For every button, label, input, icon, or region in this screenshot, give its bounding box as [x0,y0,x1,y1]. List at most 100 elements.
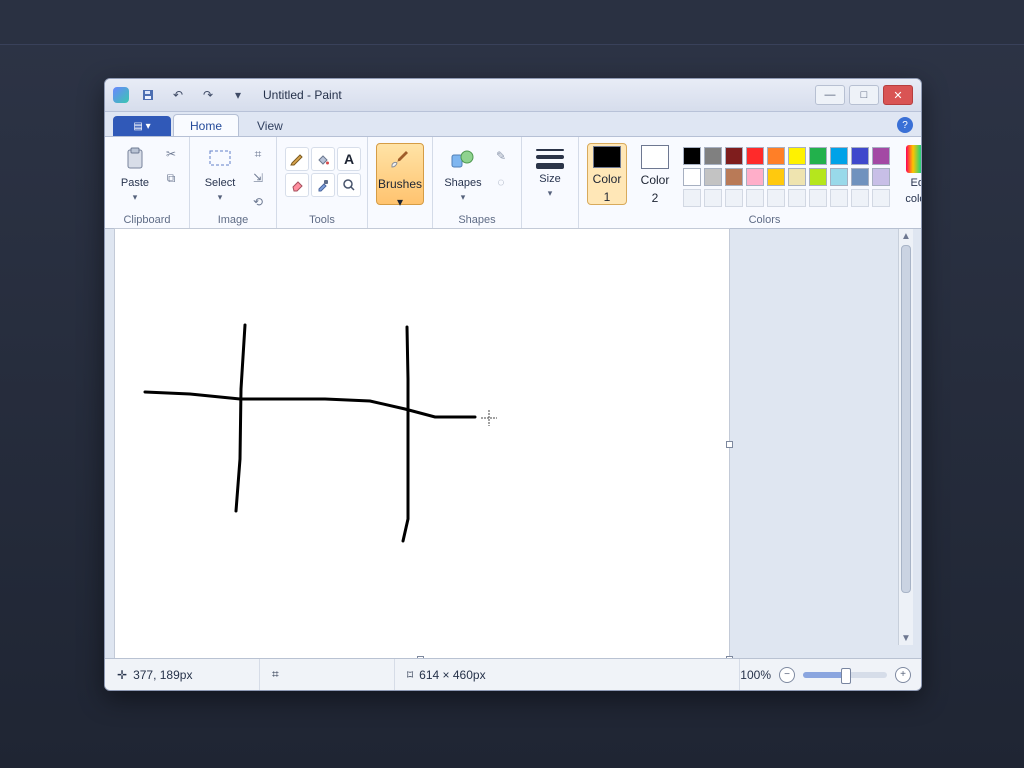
color-2-number: 2 [651,191,659,205]
vertical-scrollbar[interactable]: ▲ ▼ [898,229,913,645]
app-icon [113,87,129,103]
cut-icon[interactable]: ✂ [161,145,181,163]
shapes-label: Shapes [444,177,482,189]
help-icon[interactable]: ? [897,117,913,133]
canvas-size-cell: ⌑ 614 × 460px [395,659,741,690]
scroll-up-icon[interactable]: ▲ [899,229,913,243]
text-icon[interactable]: A [337,147,361,171]
palette-swatch-r3-c1[interactable] [683,189,701,207]
image-group: Select ▾ ⌗ ⇲ ⟲ Image [190,137,277,229]
palette-swatch-r1-c5[interactable] [767,147,785,165]
eraser-icon[interactable] [285,173,309,197]
size-label: Size [539,173,561,185]
redo-icon[interactable]: ↷ [197,85,219,105]
shapes-button[interactable]: Shapes ▾ [441,143,485,205]
scroll-down-icon[interactable]: ▼ [899,631,913,645]
palette-swatch-r1-c8[interactable] [830,147,848,165]
color-palette [683,143,890,207]
crop-icon[interactable]: ⌗ [248,145,268,163]
palette-swatch-r3-c2[interactable] [704,189,722,207]
tab-home[interactable]: Home [173,114,240,136]
palette-swatch-r1-c7[interactable] [809,147,827,165]
palette-swatch-r1-c2[interactable] [704,147,722,165]
undo-icon[interactable]: ↶ [167,85,189,105]
palette-swatch-r1-c6[interactable] [788,147,806,165]
clipboard-group-label: Clipboard [123,214,171,226]
zoom-in-button[interactable]: + [895,666,911,683]
vertical-scroll-thumb[interactable] [901,245,911,593]
brushes-button[interactable]: Brushes ▾ [376,143,424,209]
color-2-label: Color [640,173,670,187]
paste-button[interactable]: Paste ▾ [113,143,157,205]
palette-swatch-r3-c9[interactable] [851,189,869,207]
pencil-icon[interactable] [285,147,309,171]
palette-swatch-r3-c5[interactable] [767,189,785,207]
palette-swatch-r1-c4[interactable] [746,147,764,165]
palette-swatch-r1-c10[interactable] [872,147,890,165]
size-button[interactable]: Size ▾ [530,143,570,205]
shape-modifiers: ✎ ◌ [489,143,513,205]
color-2-swatch [641,145,669,169]
zoom-slider-thumb[interactable] [841,667,851,684]
palette-swatch-r2-c2[interactable] [704,168,722,186]
quick-access-menu-icon[interactable]: ▾ [227,85,249,105]
copy-icon[interactable]: ⧉ [161,169,181,187]
palette-swatch-r3-c3[interactable] [725,189,743,207]
paste-dropdown-icon: ▾ [132,192,138,202]
fill-mode-icon[interactable]: ◌ [489,173,513,191]
palette-swatch-r2-c3[interactable] [725,168,743,186]
color-2-selector[interactable]: Color 2 [635,143,675,205]
background-strip [0,0,1024,45]
zoom-controls: 100% − + [740,666,921,684]
zoom-slider[interactable] [803,667,887,684]
close-button[interactable]: ✕ [883,85,913,105]
status-bar: ✛ 377, 189px ⌗ ⌑ 614 × 460px 100% − + [105,658,921,690]
palette-swatch-r1-c9[interactable] [851,147,869,165]
fill-icon[interactable] [311,147,335,171]
workspace: ▲ ▼ [105,228,921,663]
tab-view[interactable]: View [241,115,299,136]
file-menu-button[interactable]: ▤ ▾ [113,116,171,136]
palette-swatch-r3-c7[interactable] [809,189,827,207]
maximize-button[interactable]: □ [849,85,879,105]
zoom-out-button[interactable]: − [779,666,795,683]
palette-swatch-r3-c10[interactable] [872,189,890,207]
palette-swatch-r2-c10[interactable] [872,168,890,186]
palette-swatch-r2-c5[interactable] [767,168,785,186]
select-button[interactable]: Select ▾ [198,143,242,205]
palette-swatch-r1-c3[interactable] [725,147,743,165]
minimize-button[interactable]: — [815,85,845,105]
palette-swatch-r2-c4[interactable] [746,168,764,186]
palette-swatch-r2-c1[interactable] [683,168,701,186]
cursor-position: 377, 189px [133,667,193,682]
ribbon: Paste ▾ ✂ ⧉ Clipboard Select ▾ ⌗ ⇲ ⟲ Ima… [105,137,921,230]
edit-colors-icon [906,145,921,173]
colors-group: Color 1 Color 2 Edit colors Colors [579,137,921,229]
size-group: Size ▾ [522,137,579,229]
edit-colors-button[interactable]: Edit colors [898,143,921,205]
palette-swatch-r1-c1[interactable] [683,147,701,165]
rotate-icon[interactable]: ⟲ [248,193,268,211]
palette-swatch-r2-c9[interactable] [851,168,869,186]
window-controls: — □ ✕ [815,85,913,105]
palette-swatch-r3-c4[interactable] [746,189,764,207]
magnifier-icon[interactable] [337,173,361,197]
color-picker-icon[interactable] [311,173,335,197]
color-1-selector[interactable]: Color 1 [587,143,627,205]
palette-swatch-r3-c6[interactable] [788,189,806,207]
palette-swatch-r2-c6[interactable] [788,168,806,186]
palette-swatch-r3-c8[interactable] [830,189,848,207]
resize-icon[interactable]: ⇲ [248,169,268,187]
canvas-resize-handle-right[interactable] [726,441,733,448]
select-icon [206,145,234,173]
shapes-icon [449,145,477,173]
palette-swatch-r2-c7[interactable] [809,168,827,186]
canvas[interactable] [115,229,733,663]
brush-icon [388,146,412,173]
save-icon[interactable] [137,85,159,105]
paint-window: ↶ ↷ ▾ Untitled - Paint — □ ✕ ▤ ▾ Home Vi… [104,78,922,691]
outline-icon[interactable]: ✎ [489,147,513,165]
shapes-group: Shapes ▾ ✎ ◌ Shapes [433,137,522,229]
colors-group-label: Colors [748,214,781,226]
palette-swatch-r2-c8[interactable] [830,168,848,186]
